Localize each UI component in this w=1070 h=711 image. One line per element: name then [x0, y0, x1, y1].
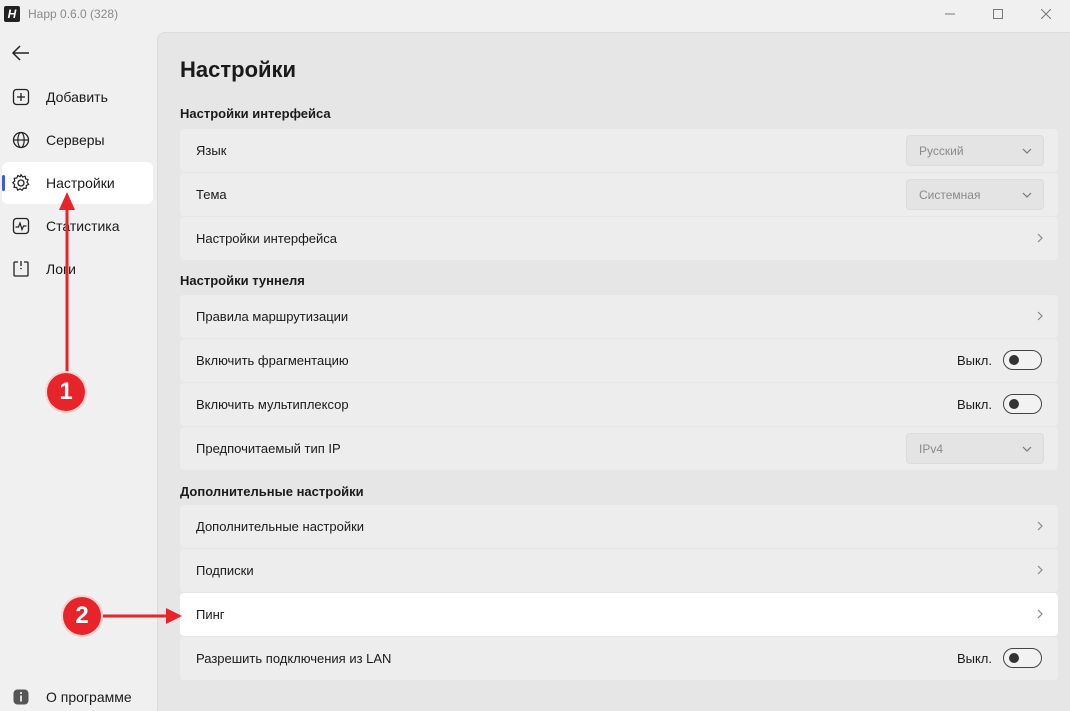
settings-row-interface-settings[interactable]: Настройки интерфейса: [180, 217, 1058, 260]
settings-row-subscriptions[interactable]: Подписки: [180, 549, 1058, 592]
minimize-icon: [945, 13, 955, 15]
toggle-knob: [1009, 653, 1019, 663]
sidebar-item-about[interactable]: О программе: [2, 676, 153, 711]
dropdown-value: Русский: [919, 143, 964, 158]
close-icon: [1041, 9, 1051, 19]
app-logo: H: [4, 6, 20, 22]
row-label: Дополнительные настройки: [196, 519, 365, 534]
row-label: Предпочитаемый тип IP: [196, 441, 341, 456]
section-title-advanced: Дополнительные настройки: [180, 484, 364, 499]
dropdown-value: IPv4: [919, 441, 944, 456]
window-title: Happ 0.6.0 (328): [28, 7, 119, 21]
minimize-button[interactable]: [926, 0, 974, 28]
row-label: Включить фрагментацию: [196, 353, 349, 368]
sidebar-item-label: Добавить: [46, 89, 108, 105]
back-arrow-icon: [11, 45, 29, 61]
row-label: Пинг: [196, 607, 225, 622]
annotation-badge-2: 2: [63, 597, 101, 635]
lan-toggle[interactable]: [1003, 648, 1042, 668]
dropdown-value: Системная: [919, 187, 981, 202]
chevron-right-icon: [1037, 233, 1043, 243]
window-controls: [926, 0, 1070, 28]
log-icon: [11, 259, 31, 279]
sidebar-item-servers[interactable]: Серверы: [2, 119, 153, 161]
row-label: Подписки: [196, 563, 254, 578]
row-label: Разрешить подключения из LAN: [196, 651, 392, 666]
section-title-tunnel: Настройки туннеля: [180, 273, 305, 288]
chevron-right-icon: [1037, 311, 1043, 321]
plus-square-icon: [11, 87, 31, 107]
toggle-knob: [1009, 355, 1019, 365]
chart-icon: [11, 216, 31, 236]
title-bar: H Happ 0.6.0 (328): [0, 0, 1070, 28]
chevron-down-icon: [1022, 192, 1032, 198]
toggle-state-label: Выкл.: [956, 353, 992, 368]
fragmentation-toggle[interactable]: [1003, 350, 1042, 370]
toggle-state-label: Выкл.: [956, 651, 992, 666]
row-label: Настройки интерфейса: [196, 231, 337, 246]
toggle-state-label: Выкл.: [956, 397, 992, 412]
info-icon: [11, 687, 31, 707]
chevron-down-icon: [1022, 148, 1032, 154]
sidebar-item-label: О программе: [46, 689, 132, 705]
sidebar-item-label: Серверы: [46, 132, 105, 148]
chevron-right-icon: [1037, 565, 1043, 575]
ip-type-dropdown[interactable]: IPv4: [906, 433, 1044, 464]
settings-row-advanced-settings[interactable]: Дополнительные настройки: [180, 505, 1058, 548]
sidebar-item-logs[interactable]: Логи: [2, 248, 153, 290]
gear-icon: [11, 173, 31, 193]
sidebar-item-label: Статистика: [46, 218, 120, 234]
back-button[interactable]: [10, 42, 32, 64]
close-button[interactable]: [1022, 0, 1070, 28]
sidebar-item-add[interactable]: Добавить: [2, 76, 153, 118]
row-label: Язык: [196, 143, 227, 158]
section-title-interface: Настройки интерфейса: [180, 106, 331, 121]
sidebar-item-settings[interactable]: Настройки: [2, 162, 153, 204]
settings-row-routing-rules[interactable]: Правила маршрутизации: [180, 295, 1058, 338]
page-title: Настройки: [180, 57, 297, 82]
chevron-right-icon: [1037, 521, 1043, 531]
toggle-knob: [1009, 399, 1019, 409]
maximize-button[interactable]: [974, 0, 1022, 28]
settings-row-language: Язык Русский: [180, 129, 1058, 172]
maximize-icon: [993, 9, 1003, 19]
row-label: Правила маршрутизации: [196, 309, 349, 324]
settings-page: Настройки Настройки интерфейса Язык Русс…: [157, 32, 1070, 711]
row-label: Включить мультиплексор: [196, 397, 349, 412]
chevron-right-icon: [1037, 609, 1043, 619]
globe-icon: [11, 130, 31, 150]
row-label: Тема: [196, 187, 227, 202]
settings-row-ip-type: Предпочитаемый тип IP IPv4: [180, 427, 1058, 470]
settings-row-ping[interactable]: Пинг: [180, 593, 1058, 636]
settings-row-fragmentation: Включить фрагментацию Выкл.: [180, 339, 1058, 382]
active-indicator: [2, 175, 5, 191]
annotation-badge-1: 1: [47, 373, 85, 411]
settings-row-lan: Разрешить подключения из LAN Выкл.: [180, 637, 1058, 680]
sidebar-item-label: Логи: [46, 261, 76, 277]
language-dropdown[interactable]: Русский: [906, 135, 1044, 166]
chevron-down-icon: [1022, 446, 1032, 452]
sidebar-item-statistics[interactable]: Статистика: [2, 205, 153, 247]
multiplexer-toggle[interactable]: [1003, 394, 1042, 414]
theme-dropdown[interactable]: Системная: [906, 179, 1044, 210]
settings-row-theme: Тема Системная: [180, 173, 1058, 216]
sidebar-item-label: Настройки: [46, 175, 115, 191]
settings-row-multiplexer: Включить мультиплексор Выкл.: [180, 383, 1058, 426]
